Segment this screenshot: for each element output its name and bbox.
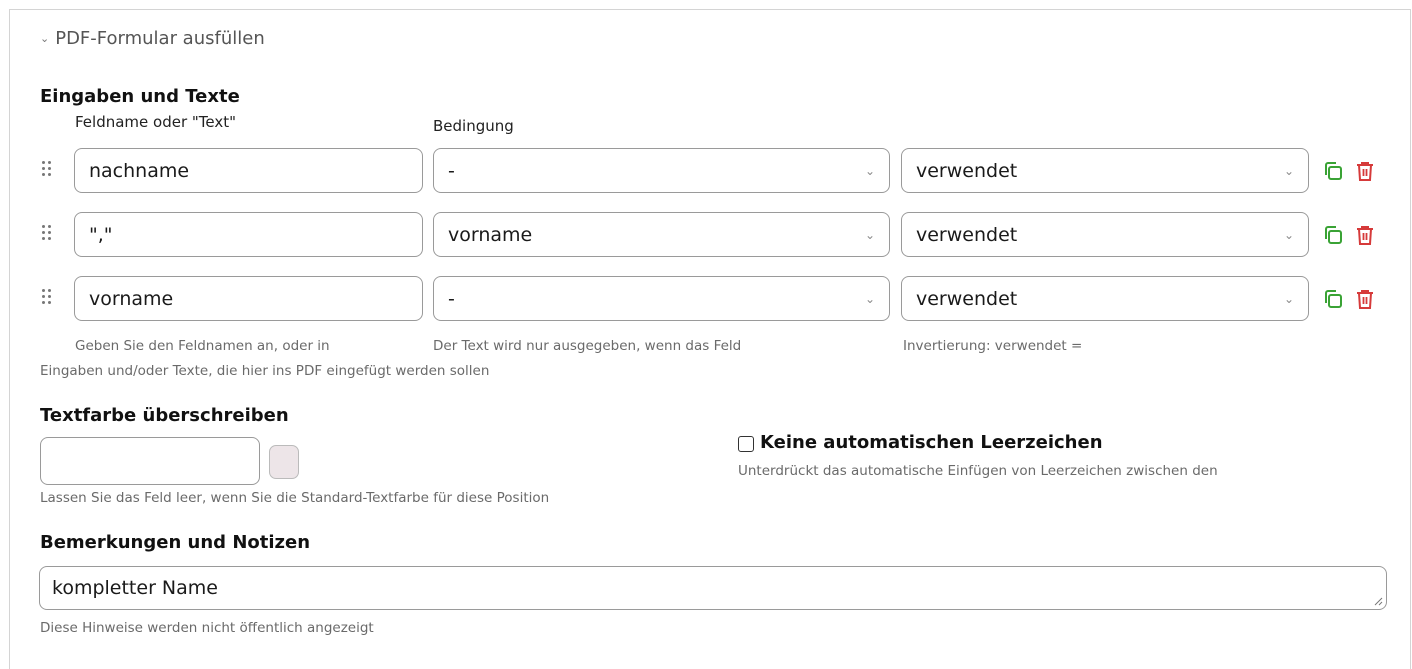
resize-handle-icon[interactable] xyxy=(1373,596,1383,606)
help-mode: Invertierung: verwendet = xyxy=(903,338,1083,354)
inputs-heading: Eingaben und Texte xyxy=(40,86,240,107)
mode-select-value: verwendet xyxy=(916,159,1018,182)
field-name-input[interactable]: nachname xyxy=(74,148,423,193)
trash-icon[interactable] xyxy=(1354,160,1376,182)
no-spaces-label[interactable]: Keine automatischen Leerzeichen xyxy=(760,432,1103,453)
chevron-down-icon: ⌄ xyxy=(864,227,875,242)
condition-select[interactable]: - ⌄ xyxy=(433,276,890,321)
text-color-heading: Textfarbe überschreiben xyxy=(40,405,289,426)
drag-handle-icon[interactable] xyxy=(42,225,56,245)
section-toggle[interactable]: ⌄ PDF-Formular ausfüllen xyxy=(40,28,265,49)
mode-select[interactable]: verwendet ⌄ xyxy=(901,148,1309,193)
notes-textarea[interactable]: kompletter Name xyxy=(39,566,1387,610)
chevron-down-icon: ⌄ xyxy=(40,32,50,45)
help-inputs-section: Eingaben und/oder Texte, die hier ins PD… xyxy=(40,363,490,379)
column-header-condition: Bedingung xyxy=(433,117,514,135)
drag-handle-icon[interactable] xyxy=(42,161,56,181)
condition-select-value: - xyxy=(448,159,455,182)
condition-select[interactable]: vorname ⌄ xyxy=(433,212,890,257)
chevron-down-icon: ⌄ xyxy=(1283,291,1294,306)
copy-icon[interactable] xyxy=(1322,160,1344,182)
condition-select-value: vorname xyxy=(448,223,533,246)
notes-heading: Bemerkungen und Notizen xyxy=(40,532,311,553)
copy-icon[interactable] xyxy=(1322,224,1344,246)
copy-icon[interactable] xyxy=(1322,288,1344,310)
mode-select[interactable]: verwendet ⌄ xyxy=(901,212,1309,257)
field-name-input[interactable]: vorname xyxy=(74,276,423,321)
section-title: PDF-Formular ausfüllen xyxy=(55,28,265,49)
field-name-input[interactable]: "," xyxy=(74,212,423,257)
mode-select-value: verwendet xyxy=(916,287,1018,310)
no-spaces-checkbox[interactable] xyxy=(738,436,754,452)
mode-select[interactable]: verwendet ⌄ xyxy=(901,276,1309,321)
trash-icon[interactable] xyxy=(1354,224,1376,246)
text-color-help: Lassen Sie das Feld leer, wenn Sie die S… xyxy=(40,490,550,506)
trash-icon[interactable] xyxy=(1354,288,1376,310)
condition-select-value: - xyxy=(448,287,455,310)
column-header-fieldname: Feldname oder "Text" xyxy=(75,113,237,131)
mode-select-value: verwendet xyxy=(916,223,1018,246)
help-fieldname: Geben Sie den Feldnamen an, oder in xyxy=(75,338,330,354)
no-spaces-help: Unterdrückt das automatische Einfügen vo… xyxy=(738,463,1218,479)
help-condition: Der Text wird nur ausgegeben, wenn das F… xyxy=(433,338,742,354)
text-color-input[interactable] xyxy=(40,437,260,485)
chevron-down-icon: ⌄ xyxy=(864,163,875,178)
condition-select[interactable]: - ⌄ xyxy=(433,148,890,193)
chevron-down-icon: ⌄ xyxy=(1283,227,1294,242)
color-swatch[interactable] xyxy=(269,445,299,479)
notes-help: Diese Hinweise werden nicht öffentlich a… xyxy=(40,620,374,636)
chevron-down-icon: ⌄ xyxy=(1283,163,1294,178)
drag-handle-icon[interactable] xyxy=(42,289,56,309)
chevron-down-icon: ⌄ xyxy=(864,291,875,306)
notes-value: kompletter Name xyxy=(52,577,218,599)
